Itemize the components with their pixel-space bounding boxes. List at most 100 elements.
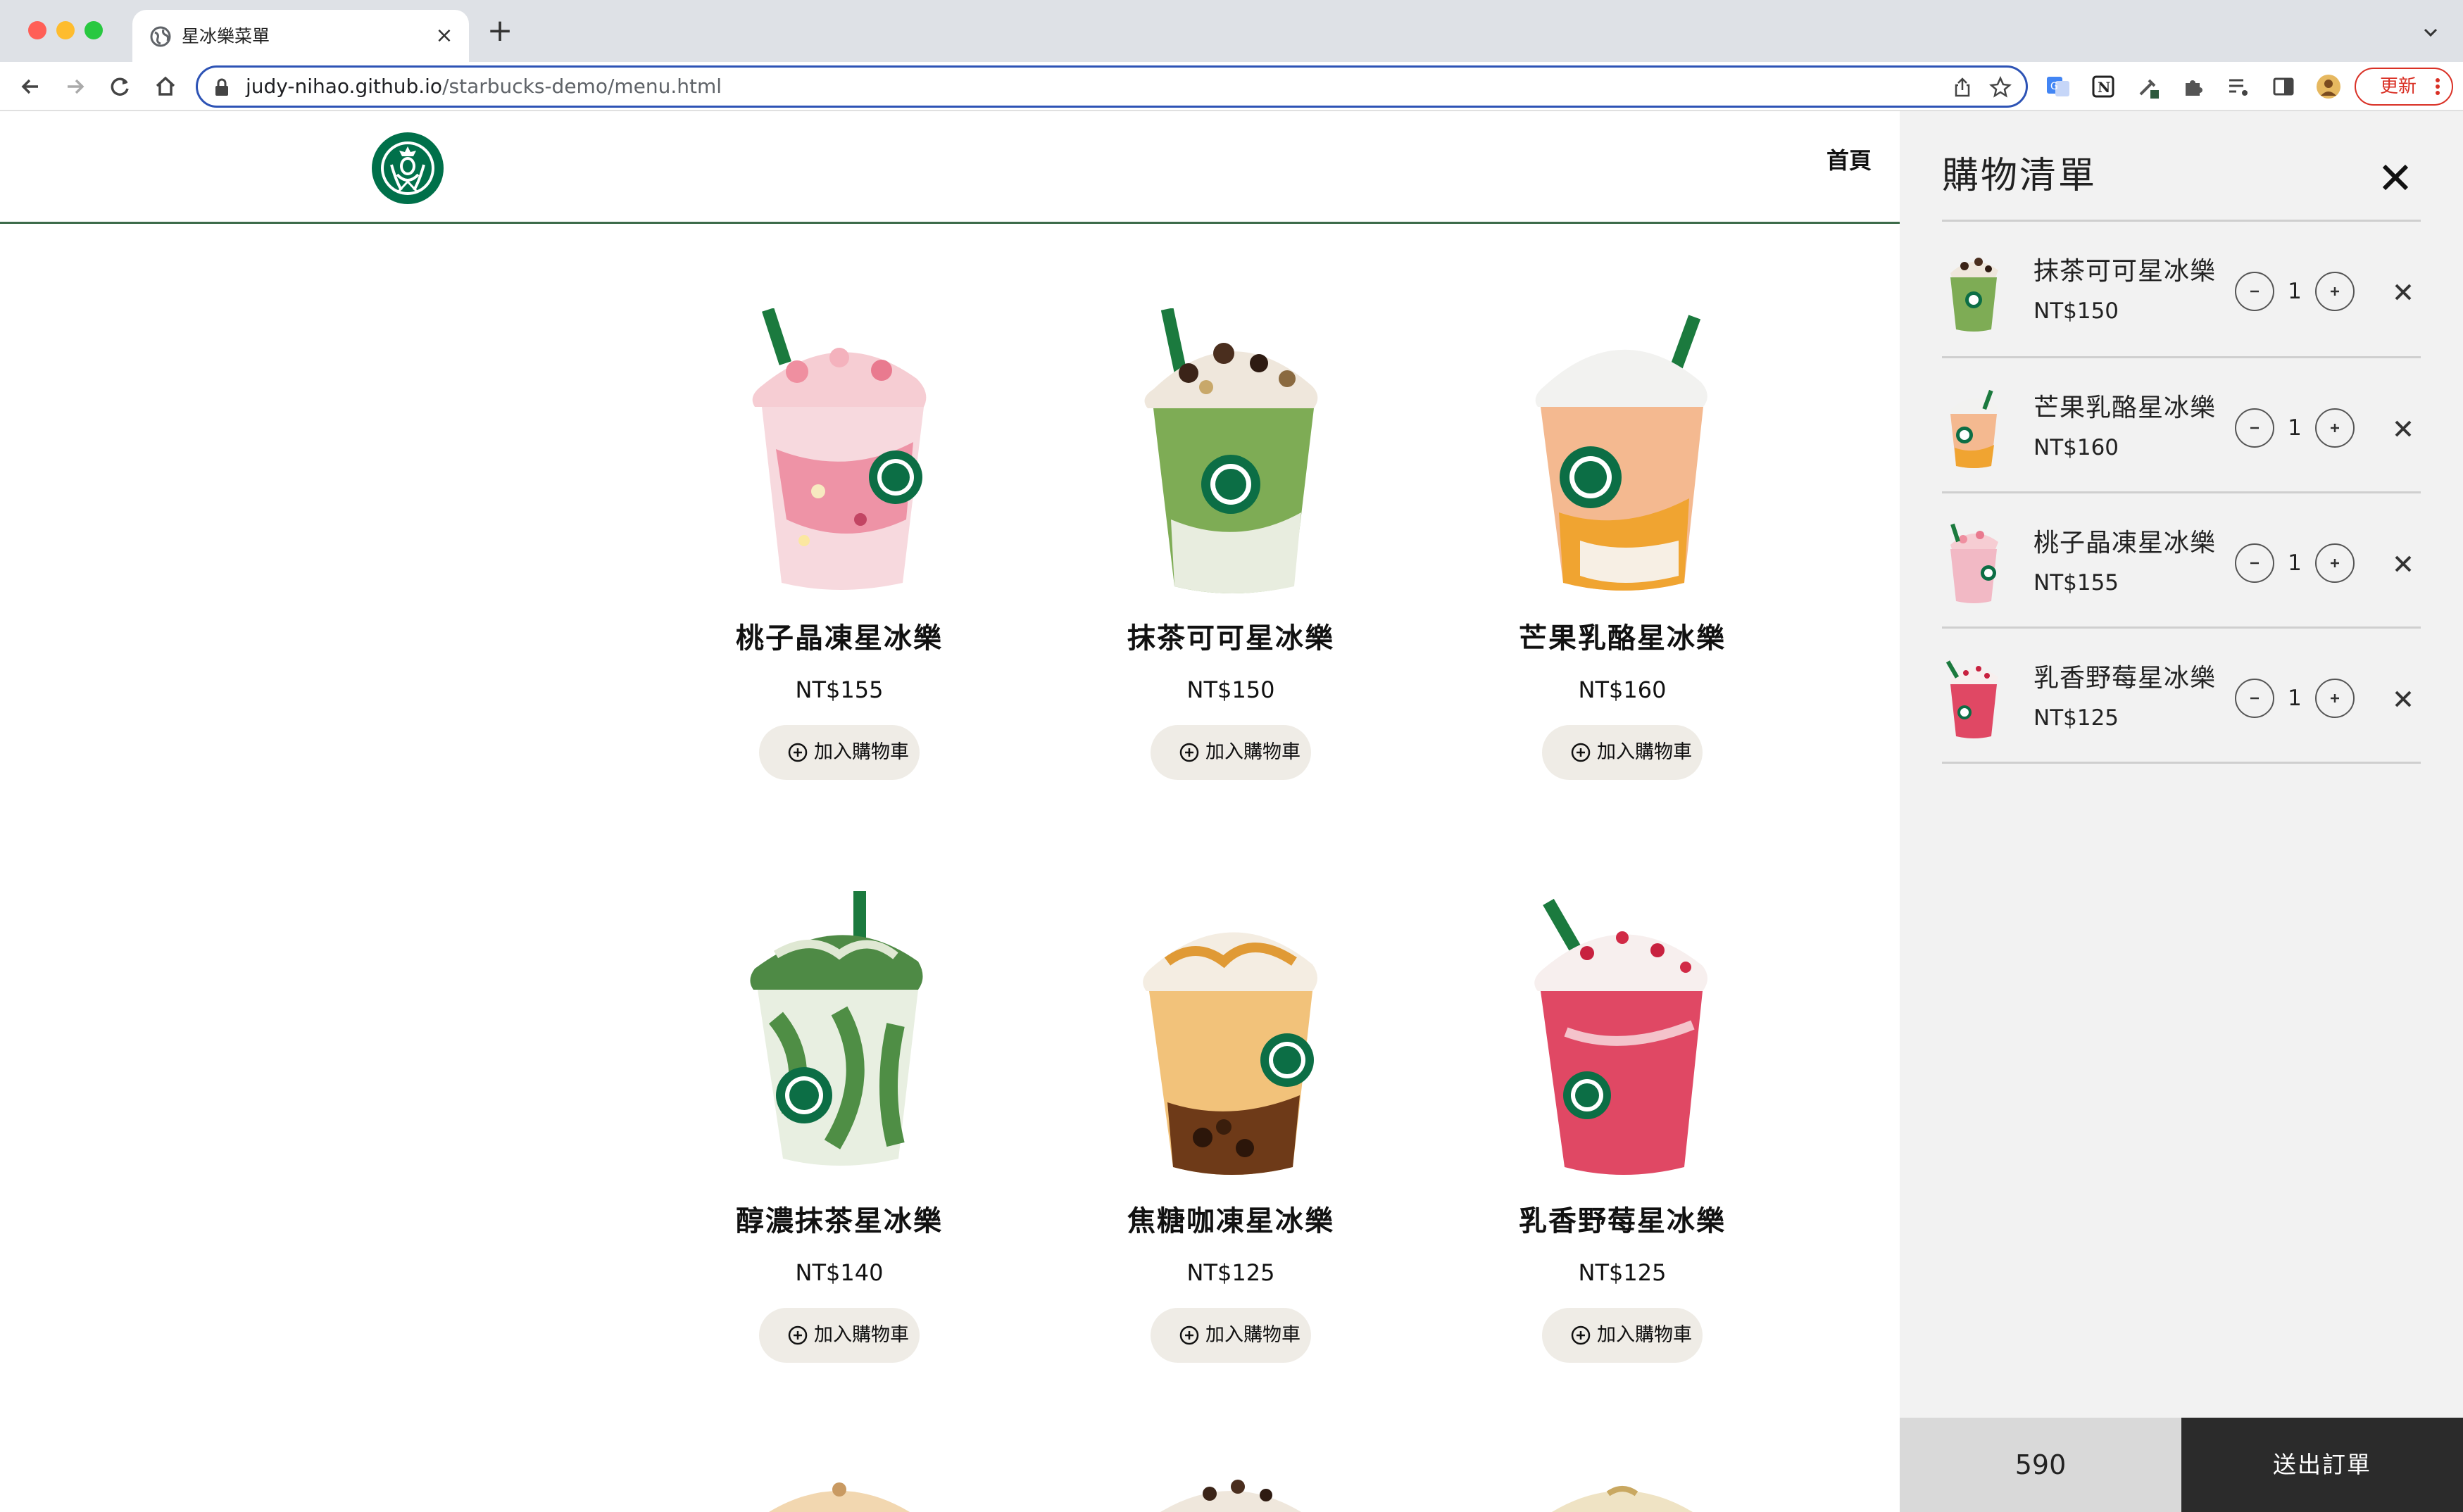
bookmark-star-icon[interactable] — [1989, 76, 2012, 99]
add-to-cart-button[interactable]: 加入購物車 — [1151, 725, 1311, 780]
qty-value: 1 — [2288, 415, 2302, 441]
cart-thumb-berry — [1945, 660, 1998, 738]
drink-image-caramel — [1143, 932, 1317, 1175]
drink-name: 焦糖咖凍星冰樂 — [1127, 1205, 1334, 1237]
extensions-puzzle-icon[interactable] — [2180, 73, 2207, 100]
drink-price: NT$140 — [795, 1259, 884, 1286]
plus-icon — [2331, 424, 2339, 432]
submit-order-button[interactable]: 送出訂單 — [2181, 1418, 2463, 1512]
add-to-cart-label: 加入購物車 — [1205, 741, 1301, 763]
svg-text:N: N — [2098, 79, 2110, 96]
menu-card: 乳香野莓星冰樂 NT$125 加入購物車 — [1474, 891, 1770, 1398]
plus-circle-icon — [1179, 1325, 1199, 1345]
drink-name: 醇濃抹茶星冰樂 — [736, 1205, 943, 1237]
add-to-cart-button[interactable]: 加入購物車 — [759, 1308, 920, 1363]
tab-close-icon[interactable]: × — [432, 24, 456, 48]
add-to-cart-button[interactable]: 加入購物車 — [1542, 1308, 1703, 1363]
qty-increase-button[interactable] — [2315, 272, 2355, 311]
menu-card: 焦糖咖凍星冰樂 NT$125 加入購物車 — [1083, 891, 1379, 1398]
menu-card: 醇濃抹茶星冰樂 NT$140 加入購物車 — [691, 891, 987, 1398]
menu-card: 抹茶可可星冰樂 NT$150 加入購物車 — [1083, 308, 1379, 815]
plus-icon — [2331, 559, 2339, 567]
drink-price: NT$160 — [1578, 676, 1667, 703]
drink-image-matcha — [750, 891, 923, 1166]
url-text[interactable]: judy-nihao.github.io/starbucks-demo/menu… — [246, 68, 722, 106]
cart-title: 購物清單 — [1942, 155, 2098, 197]
drink-name: 芒果乳酪星冰樂 — [1519, 622, 1726, 655]
qty-increase-button[interactable] — [2315, 543, 2355, 583]
lock-icon[interactable] — [213, 78, 230, 96]
add-to-cart-button[interactable]: 加入購物車 — [759, 725, 920, 780]
translate-extension-icon[interactable]: G — [2045, 73, 2072, 100]
cart-item-price: NT$125 — [2033, 705, 2119, 731]
forward-icon[interactable] — [61, 72, 90, 101]
url-path: /starbucks-demo/menu.html — [442, 75, 722, 98]
drink-price: NT$150 — [1186, 676, 1275, 703]
cart-thumb-peach — [1950, 523, 1998, 603]
drink-image-partial — [769, 1482, 910, 1512]
drink-name: 桃子晶凍星冰樂 — [736, 622, 943, 655]
plus-circle-icon — [1571, 743, 1591, 762]
drink-price: NT$125 — [1186, 1259, 1275, 1286]
window-zoom-button[interactable] — [84, 21, 103, 39]
cart-item-name: 桃子晶凍星冰樂 — [2033, 529, 2217, 557]
home-icon[interactable] — [151, 72, 180, 101]
cart-item: 乳香野莓星冰樂 NT$125 1 — [1942, 628, 2421, 762]
share-icon[interactable] — [1951, 76, 1974, 99]
drink-name: 抹茶可可星冰樂 — [1127, 622, 1334, 655]
qty-value: 1 — [2288, 550, 2302, 576]
address-bar[interactable]: judy-nihao.github.io/starbucks-demo/menu… — [196, 65, 2028, 108]
menu-card: 芒果乳酪星冰樂 NT$160 加入購物車 — [1474, 308, 1770, 815]
plus-circle-icon — [1179, 743, 1199, 762]
back-icon[interactable] — [15, 72, 45, 101]
window-close-button[interactable] — [28, 21, 46, 39]
reload-icon[interactable] — [106, 72, 135, 101]
remove-item-icon[interactable] — [2393, 418, 2414, 439]
drink-image-mango — [1535, 315, 1707, 591]
add-to-cart-label: 加入購物車 — [1597, 1324, 1692, 1346]
browser-tab-active[interactable]: 星冰樂菜單 × — [132, 10, 469, 62]
drink-name: 乳香野莓星冰樂 — [1519, 1205, 1726, 1237]
update-button[interactable]: 更新 — [2355, 68, 2453, 106]
update-label: 更新 — [2380, 76, 2417, 97]
new-tab-button[interactable]: + — [486, 15, 514, 46]
qty-decrease-button[interactable] — [2235, 543, 2274, 583]
plus-icon — [2331, 287, 2339, 296]
divider — [1942, 762, 2421, 764]
cart-item-price: NT$160 — [2033, 435, 2119, 460]
plus-circle-icon — [1571, 1325, 1591, 1345]
minus-icon — [2250, 290, 2259, 293]
close-icon[interactable] — [2379, 160, 2412, 194]
drink-image-matcha-cocoa — [1144, 308, 1318, 593]
qty-decrease-button[interactable] — [2235, 408, 2274, 448]
eyedropper-extension-icon[interactable] — [2135, 73, 2162, 100]
remove-item-icon[interactable] — [2393, 282, 2414, 303]
profile-avatar[interactable] — [2315, 73, 2342, 100]
qty-increase-button[interactable] — [2315, 679, 2355, 718]
reading-list-icon[interactable] — [2225, 73, 2252, 100]
menu-grid: 桃子晶凍星冰樂 NT$155 加入購物車 抹茶可可星冰樂 NT$150 加入購物… — [0, 111, 1900, 1512]
minus-icon — [2250, 697, 2259, 700]
cart-item-name: 芒果乳酪星冰樂 — [2033, 393, 2217, 422]
minus-icon — [2250, 427, 2259, 429]
more-vert-icon — [2436, 78, 2440, 95]
notion-extension-icon[interactable]: N — [2090, 73, 2117, 100]
qty-decrease-button[interactable] — [2235, 679, 2274, 718]
tab-search-icon[interactable] — [2418, 20, 2443, 45]
qty-increase-button[interactable] — [2315, 408, 2355, 448]
plus-circle-icon — [788, 743, 808, 762]
cart-item: 芒果乳酪星冰樂 NT$160 1 — [1942, 358, 2421, 491]
cart-item: 抹茶可可星冰樂 NT$150 1 — [1942, 221, 2421, 355]
svg-text:G: G — [2050, 81, 2058, 92]
cart-thumb-mango — [1950, 389, 1998, 468]
window-minimize-button[interactable] — [56, 21, 75, 39]
qty-decrease-button[interactable] — [2235, 272, 2274, 311]
cart-item-name: 抹茶可可星冰樂 — [2033, 257, 2217, 286]
drink-price: NT$155 — [795, 676, 884, 703]
add-to-cart-button[interactable]: 加入購物車 — [1151, 1308, 1311, 1363]
side-panel-icon[interactable] — [2270, 73, 2297, 100]
drink-image-partial — [1552, 1486, 1693, 1512]
remove-item-icon[interactable] — [2393, 553, 2414, 574]
add-to-cart-button[interactable]: 加入購物車 — [1542, 725, 1703, 780]
remove-item-icon[interactable] — [2393, 688, 2414, 710]
